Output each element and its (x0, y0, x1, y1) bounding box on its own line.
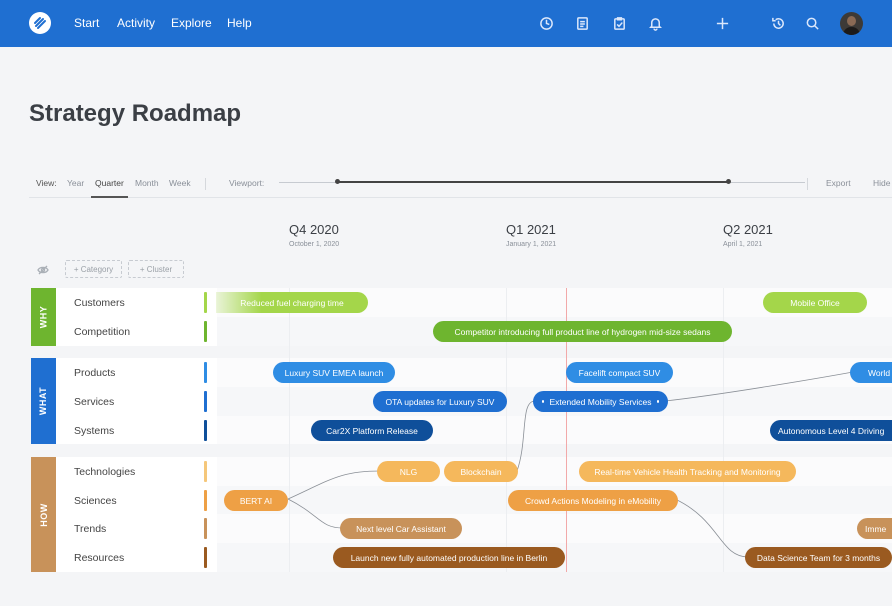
nav-start[interactable]: Start (74, 16, 99, 30)
roadmap-item-reduced-fuel-charging-time[interactable]: Reduced fuel charging time (216, 292, 368, 313)
clock-icon[interactable] (537, 14, 555, 32)
hidden-eye-icon[interactable] (37, 263, 49, 275)
nav-help[interactable]: Help (227, 16, 252, 30)
roadmap-item-luxury-suv-emea-launch[interactable]: Luxury SUV EMEA launch (273, 362, 395, 383)
top-navigation-bar: Start Activity Explore Help (0, 0, 892, 47)
viewport-slider-end-handle[interactable] (726, 179, 731, 184)
clipboard-check-icon[interactable] (610, 14, 628, 32)
quarter-title-q4-2020: Q4 2020 (289, 222, 339, 237)
group-tag-why: WHY (31, 288, 56, 346)
roadmap-item-crowd-actions-modeling[interactable]: Crowd Actions Modeling in eMobility (508, 490, 678, 511)
roadmap-item-blockchain[interactable]: Blockchain (444, 461, 518, 482)
nav-explore[interactable]: Explore (171, 16, 212, 30)
roadmap-item-ota-updates-luxury-suv[interactable]: OTA updates for Luxury SUV (373, 391, 507, 412)
viewport-slider-range[interactable] (338, 181, 730, 183)
roadmap-item-extended-mobility-services[interactable]: Extended Mobility Services (533, 391, 668, 412)
group-tag-what: WHAT (31, 358, 56, 444)
active-view-indicator (91, 196, 128, 198)
export-button[interactable]: Export (826, 178, 851, 188)
document-icon[interactable] (573, 14, 591, 32)
row-label-resources: Resources (74, 552, 125, 564)
view-option-week[interactable]: Week (169, 178, 191, 188)
roadmap-item-facelift-compact-suv[interactable]: Facelift compact SUV (566, 362, 673, 383)
toolbar-divider (205, 178, 206, 190)
view-option-quarter[interactable]: Quarter (95, 178, 124, 188)
quarter-date-q2-2021: April 1, 2021 (723, 241, 763, 248)
row-label-customers: Customers (74, 297, 125, 309)
roadmap-item-real-time-vehicle-health-tracking[interactable]: Real-time Vehicle Health Tracking and Mo… (579, 461, 796, 482)
roadmap-item-mobile-office[interactable]: Mobile Office (763, 292, 867, 313)
app-logo-icon[interactable] (29, 12, 51, 34)
roadmap-item-world[interactable]: World (850, 362, 892, 383)
roadmap-item-launch-production-line-berlin[interactable]: Launch new fully automated production li… (333, 547, 565, 568)
roadmap-item-nlg[interactable]: NLG (377, 461, 440, 482)
roadmap-item-next-level-car-assistant[interactable]: Next level Car Assistant (340, 518, 462, 539)
add-category-button[interactable]: + Category (65, 260, 122, 278)
history-icon[interactable] (769, 14, 787, 32)
row-label-sciences: Sciences (74, 495, 117, 507)
view-toolbar: View: Year Quarter Month Week Viewport: … (29, 170, 892, 198)
roadmap-item-car2x-platform-release[interactable]: Car2X Platform Release (311, 420, 433, 441)
group-tag-how: HOW (31, 457, 56, 572)
roadmap-item-competitor-hydrogen-sedans[interactable]: Competitor introducing full product line… (433, 321, 732, 342)
quarter-date-q1-2021: January 1, 2021 (506, 241, 557, 248)
view-option-year[interactable]: Year (67, 178, 84, 188)
view-option-month[interactable]: Month (135, 178, 159, 188)
add-cluster-button[interactable]: + Cluster (128, 260, 184, 278)
roadmap-item-bert-ai[interactable]: BERT AI (224, 490, 288, 511)
row-label-products: Products (74, 367, 116, 379)
row-label-systems: Systems (74, 425, 115, 437)
nav-activity[interactable]: Activity (117, 16, 155, 30)
view-label: View: (36, 178, 57, 188)
roadmap-item-imme[interactable]: Imme (857, 518, 892, 539)
quarter-title-q1-2021: Q1 2021 (506, 222, 556, 237)
quarter-date-q4-2020: October 1, 2020 (289, 241, 340, 248)
viewport-slider-start-handle[interactable] (335, 179, 340, 184)
roadmap-item-autonomous-level-4-driving[interactable]: Autonomous Level 4 Driving (770, 420, 892, 441)
roadmap-item-data-science-team[interactable]: Data Science Team for 3 months (745, 547, 892, 568)
viewport-label: Viewport: (229, 178, 265, 188)
hide-button[interactable]: Hide (873, 178, 890, 188)
toolbar-divider (807, 178, 808, 190)
row-label-technologies: Technologies (74, 466, 136, 478)
quarter-title-q2-2021: Q2 2021 (723, 222, 773, 237)
page-title: Strategy Roadmap (29, 100, 242, 127)
row-label-trends: Trends (74, 523, 107, 535)
plus-icon[interactable] (713, 14, 731, 32)
search-icon[interactable] (803, 14, 821, 32)
row-label-competition: Competition (74, 326, 131, 338)
user-avatar[interactable] (840, 12, 863, 35)
bell-icon[interactable] (646, 14, 664, 32)
row-label-services: Services (74, 396, 115, 408)
